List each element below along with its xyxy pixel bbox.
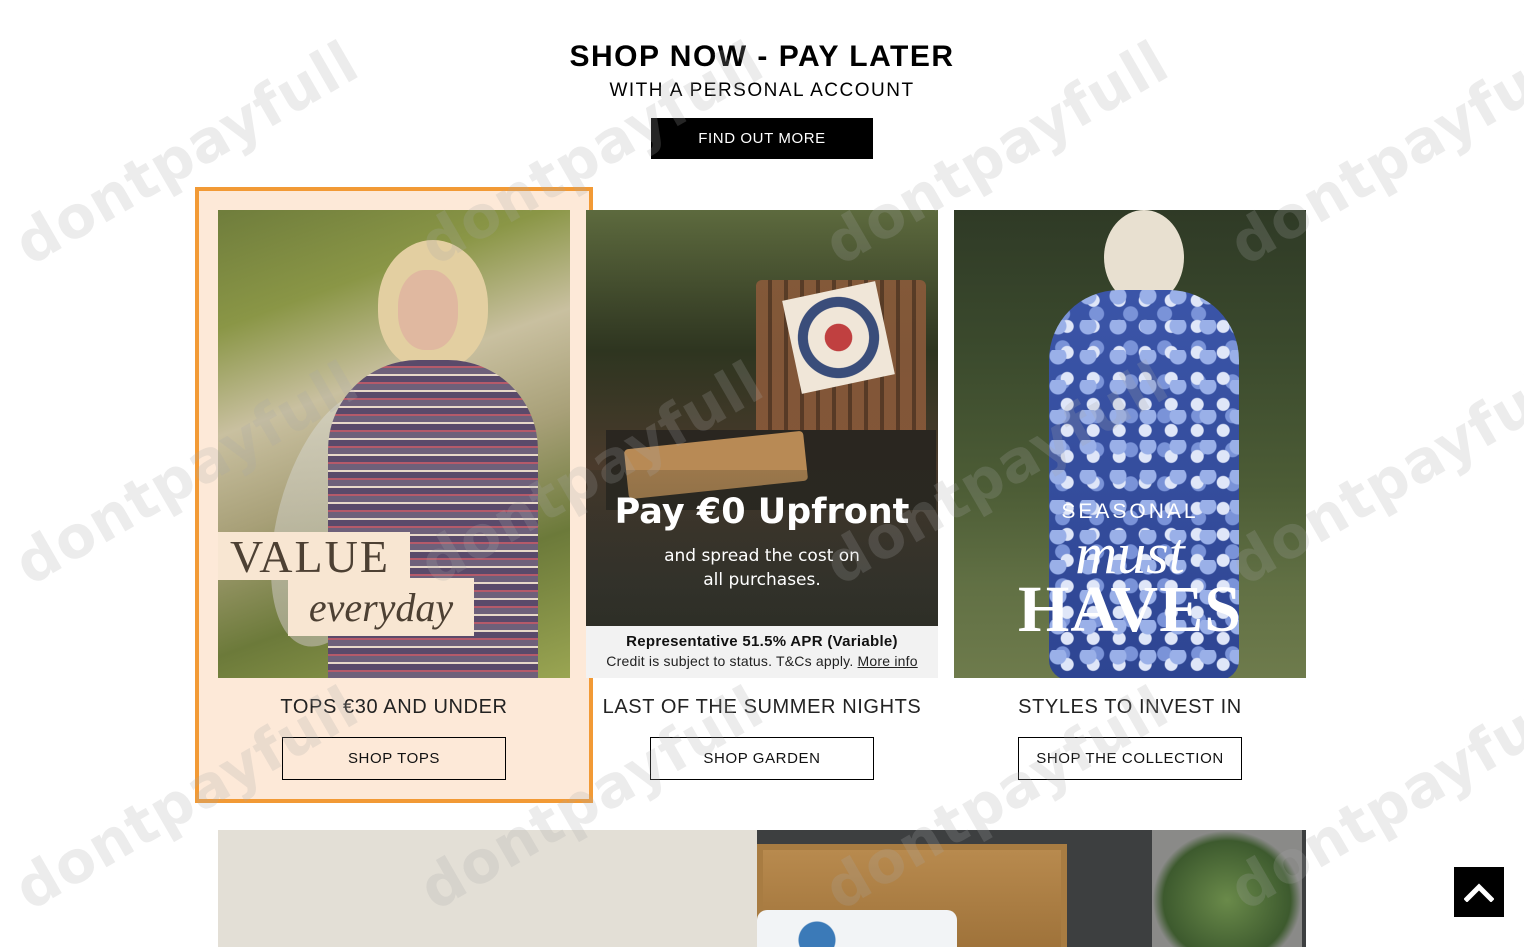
pay-zero-headline: Pay €0 Upfront (614, 492, 910, 532)
everyday-label: everyday (288, 578, 474, 636)
find-out-more-button[interactable]: FIND OUT MORE (651, 118, 873, 159)
bedroom-image (757, 830, 1306, 947)
house-plant (1152, 830, 1302, 947)
haves-label: HAVES (1018, 573, 1242, 646)
bottom-banner[interactable] (218, 830, 1306, 947)
apr-disclaimer: Representative 51.5% APR (Variable) Cred… (586, 626, 938, 678)
product-card-collection: SEASONAL must HAVES STYLES TO INVEST IN … (954, 210, 1306, 780)
card-title: TOPS €30 AND UNDER (280, 696, 508, 718)
value-label: VALUE (218, 531, 410, 582)
card-title: STYLES TO INVEST IN (1018, 696, 1242, 718)
banner-text-panel (218, 830, 757, 947)
product-card-tops: VALUE everyday TOPS €30 AND UNDER SHOP T… (218, 210, 570, 780)
model-face (398, 270, 458, 350)
garden-cushion (782, 281, 895, 394)
promo-title: SHOP NOW - PAY LATER (569, 40, 955, 73)
shop-tops-button[interactable]: SHOP TOPS (282, 737, 506, 780)
pay-sub-line-2: all purchases. (703, 570, 821, 590)
shop-garden-button[interactable]: SHOP GARDEN (650, 737, 874, 780)
pay-zero-subtext: and spread the cost on all purchases. (586, 544, 938, 592)
card-image-tops[interactable]: VALUE everyday (218, 210, 570, 678)
printed-pillow (757, 910, 957, 947)
credit-line: Credit is subject to status. T&Cs apply.… (586, 653, 938, 669)
card-image-seasonal[interactable]: SEASONAL must HAVES (954, 210, 1306, 678)
chevron-up-icon (1464, 883, 1494, 902)
card-title: LAST OF THE SUMMER NIGHTS (602, 696, 922, 718)
promo-subtitle: WITH A PERSONAL ACCOUNT (609, 80, 915, 101)
credit-text: Credit is subject to status. T&Cs apply. (606, 653, 854, 669)
card-image-garden[interactable]: Pay €0 Upfront and spread the cost on al… (586, 210, 938, 678)
product-card-garden: Pay €0 Upfront and spread the cost on al… (586, 210, 938, 780)
back-to-top-button[interactable] (1454, 867, 1504, 917)
more-info-link[interactable]: More info (858, 653, 918, 669)
apr-line: Representative 51.5% APR (Variable) (626, 633, 898, 650)
pay-sub-line-1: and spread the cost on (664, 546, 860, 566)
shop-collection-button[interactable]: SHOP THE COLLECTION (1018, 737, 1242, 780)
promo-header: SHOP NOW - PAY LATER WITH A PERSONAL ACC… (0, 40, 1524, 102)
